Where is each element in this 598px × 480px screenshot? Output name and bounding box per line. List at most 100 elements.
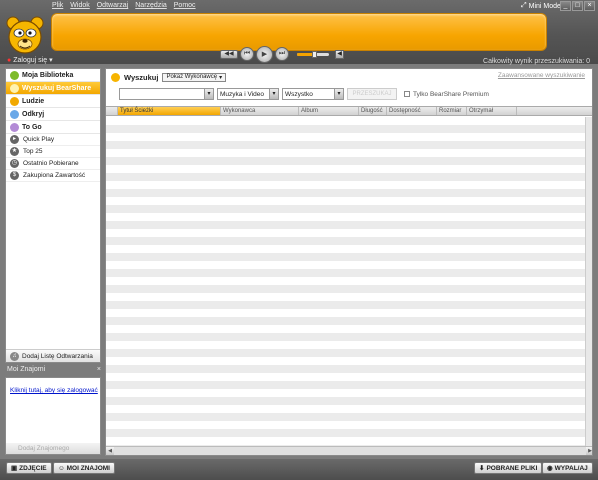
results-table-header: Tytuł Ścieżki Wykonawca Album Długość Do… [106,106,592,116]
search-mode-value: Pokaż Wykonawcę [166,74,218,80]
column-track-title[interactable]: Tytuł Ścieżki [118,107,221,115]
sidebar: Moja Biblioteka Wyszukuj BearShare Ludzi… [5,68,101,363]
burn-label: WYPAL/AJ [554,464,588,472]
close-icon[interactable]: × [97,366,101,376]
dollar-icon: $ [10,171,19,180]
speaker-icon[interactable]: ◀ [335,49,344,59]
volume-knob[interactable] [311,50,317,58]
column-album[interactable]: Album [299,107,359,115]
burn-button[interactable]: ◉ WYPAL/AJ [542,462,593,474]
chevron-down-icon: ▾ [49,57,53,64]
sidebar-item-label: Moja Biblioteka [22,71,74,79]
sidebar-sub-label: Top 25 [23,148,43,155]
search-panel: Wyszukuj Pokaż Wykonawcę ▾ Zaawansowane … [105,68,593,456]
search-mode-select[interactable]: Pokaż Wykonawcę ▾ [162,72,227,82]
friends-panel-header: Moi Znajomi × [5,366,101,376]
friends-panel: Kliknij tutaj, aby się zalogować Dodaj Z… [5,377,101,455]
sidebar-item-label: Odkryj [22,110,45,118]
previous-track-button[interactable]: ◀◀ [220,49,238,59]
volume-slider[interactable] [297,50,329,58]
filter-select[interactable]: Wszystko ▾ [282,88,344,100]
chevron-down-icon[interactable]: ▾ [204,89,213,99]
top-bar: Plik Widok Odtwarzaj Narzędzia Pomoc ⤢ M… [0,0,598,65]
play-icon: ▸ [10,135,19,144]
my-friends-button[interactable]: ☺ MOI ZNAJOMI [53,462,115,474]
filter-value: Wszystko [285,90,313,98]
results-list[interactable] [106,117,587,447]
download-icon: ⬇ [479,465,485,472]
sidebar-sub-label: Zakupiona Zawartość [23,172,86,179]
mini-mode-icon: ⤢ [521,2,527,9]
sidebar-sub-label: Ostatnio Pobierane [23,160,79,167]
window-controls: _ □ × [560,1,595,11]
column-artist[interactable]: Wykonawca [221,107,299,115]
chevron-down-icon: ▾ [219,74,223,81]
sidebar-item-library[interactable]: Moja Biblioteka [6,69,100,82]
sidebar-item-quick-play[interactable]: ▸ Quick Play [6,134,100,146]
top-chart-icon: ★ [10,147,19,156]
column-availability[interactable]: Dostępność [387,107,437,115]
sidebar-item-search[interactable]: Wyszukuj BearShare [6,82,100,95]
menu-view[interactable]: Widok [70,2,89,12]
media-type-value: Muzyka i Video [220,90,264,98]
add-playlist-label: Dodaj Listę Odtwarzania [22,352,93,360]
play-button[interactable]: ▶ [256,45,273,63]
login-menu[interactable]: ● Zaloguj się ▾ [7,56,53,65]
close-button[interactable]: × [584,1,595,11]
sidebar-item-discover[interactable]: Odkryj [6,108,100,121]
menu-play[interactable]: Odtwarzaj [97,2,129,12]
player-controls: ◀◀ ⏮ ▶ ⏭ ◀ [220,45,344,63]
sidebar-item-top-25[interactable]: ★ Top 25 [6,146,100,158]
sidebar-item-to-go[interactable]: To Go [6,121,100,134]
column-received[interactable]: Otrzymał [467,107,517,115]
maximize-button[interactable]: □ [572,1,583,11]
login-label: Zaloguj się [13,56,48,64]
media-type-select[interactable]: Muzyka i Video ▾ [217,88,279,100]
photo-button[interactable]: ▣ ZDJĘCIE [6,462,52,474]
vertical-scrollbar[interactable] [585,117,592,447]
horizontal-scrollbar[interactable]: ◀ ▶ [106,446,592,455]
sidebar-sub-label: Quick Play [23,136,55,143]
scroll-left-icon[interactable]: ◀ [106,447,114,455]
clock-icon: ◷ [10,159,19,168]
menu-file[interactable]: Plik [52,2,63,12]
column-icon[interactable] [106,107,118,115]
premium-only-checkbox[interactable]: Tylko BearShare Premium [404,91,489,98]
downloads-button[interactable]: ⬇ POBRANE PLIKI [474,462,543,474]
burn-icon: ◉ [547,465,553,472]
search-input[interactable]: ▾ [119,88,214,100]
chevron-down-icon: ▾ [334,89,343,99]
menu-help[interactable]: Pomoc [174,2,196,12]
sidebar-item-label: Wyszukuj BearShare [22,84,92,92]
camera-icon: ▣ [11,465,18,472]
rewind-button[interactable]: ⏮ [240,47,254,61]
mini-mode-button[interactable]: ⤢ Mini Mode [521,2,561,10]
column-length[interactable]: Długość [359,107,387,115]
column-size[interactable]: Rozmiar [437,107,467,115]
login-link[interactable]: Kliknij tutaj, aby się zalogować [10,387,100,394]
library-icon [10,70,19,80]
menu-bar: Plik Widok Odtwarzaj Narzędzia Pomoc [52,2,196,12]
my-friends-label: MOI ZNAJOMI [66,464,110,472]
fast-forward-button[interactable]: ⏭ [275,47,289,61]
premium-label: Tylko BearShare Premium [413,90,489,98]
search-bear-icon [10,83,19,93]
status-dot-icon: ● [7,56,12,64]
sidebar-item-purchased[interactable]: $ Zakupiona Zawartość [6,170,100,182]
menu-tools[interactable]: Narzędzia [135,2,167,12]
bottom-bar: ▣ ZDJĘCIE ☺ MOI ZNAJOMI ⬇ POBRANE PLIKI … [0,459,598,480]
friends-icon: ☺ [58,464,65,472]
minimize-button[interactable]: _ [560,1,571,11]
advanced-search-link[interactable]: Zaawansowane wyszukiwanie [498,72,585,79]
add-playlist-button[interactable]: ♫ Dodaj Listę Odtwarzania [6,349,100,362]
search-bear-icon [111,72,120,82]
downloads-label: POBRANE PLIKI [486,464,538,472]
search-button[interactable]: PRZESZUKAJ [347,88,397,100]
scroll-right-icon[interactable]: ▶ [586,447,592,455]
discover-icon [10,109,19,119]
playlist-icon: ♫ [10,351,19,361]
sidebar-item-label: Ludzie [22,97,45,105]
add-friend-button[interactable]: Dodaj Znajomego [6,443,100,454]
sidebar-item-people[interactable]: Ludzie [6,95,100,108]
sidebar-item-recent-downloads[interactable]: ◷ Ostatnio Pobierane [6,158,100,170]
